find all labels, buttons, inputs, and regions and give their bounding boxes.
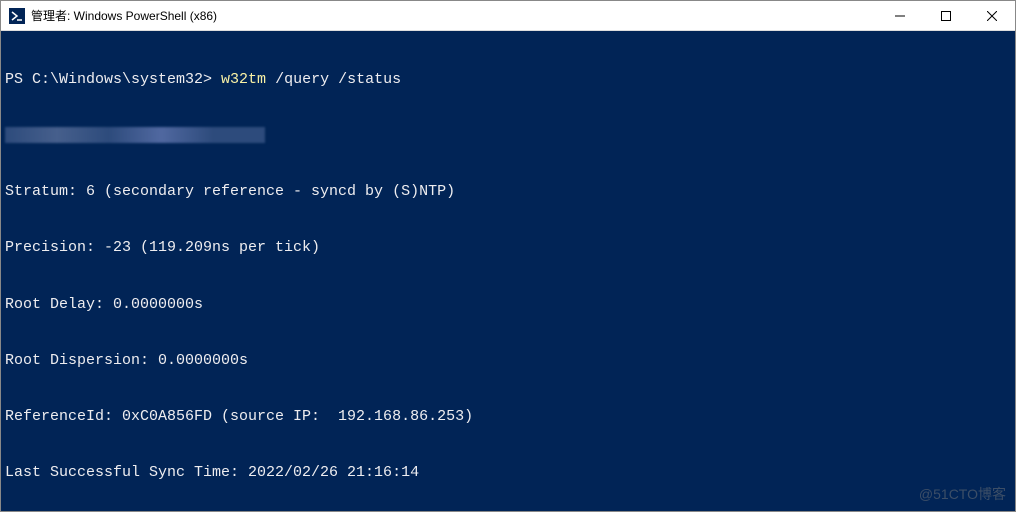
powershell-icon <box>9 8 25 24</box>
titlebar-left: 管理者: Windows PowerShell (x86) <box>9 7 217 24</box>
blurred-output <box>5 127 265 143</box>
minimize-button[interactable] <box>877 1 923 30</box>
output-stratum: Stratum: 6 (secondary reference - syncd … <box>5 183 1011 202</box>
output-precision: Precision: -23 (119.209ns per tick) <box>5 239 1011 258</box>
output-redacted <box>5 127 1011 146</box>
command-args: /query /status <box>266 71 401 88</box>
window-title: 管理者: Windows PowerShell (x86) <box>31 7 217 24</box>
prompt: PS C:\Windows\system32> <box>5 71 221 88</box>
command-line: PS C:\Windows\system32> w32tm /query /st… <box>5 71 1011 90</box>
close-button[interactable] <box>969 1 1015 30</box>
terminal-area[interactable]: PS C:\Windows\system32> w32tm /query /st… <box>1 31 1015 511</box>
output-root-dispersion: Root Dispersion: 0.0000000s <box>5 352 1011 371</box>
window-controls <box>877 1 1015 30</box>
maximize-button[interactable] <box>923 1 969 30</box>
powershell-window: 管理者: Windows PowerShell (x86) PS C:\Wind… <box>0 0 1016 512</box>
output-referenceid: ReferenceId: 0xC0A856FD (source IP: 192.… <box>5 408 1011 427</box>
command-main: w32tm <box>221 71 266 88</box>
output-root-delay: Root Delay: 0.0000000s <box>5 296 1011 315</box>
titlebar[interactable]: 管理者: Windows PowerShell (x86) <box>1 1 1015 31</box>
output-last-sync: Last Successful Sync Time: 2022/02/26 21… <box>5 464 1011 483</box>
